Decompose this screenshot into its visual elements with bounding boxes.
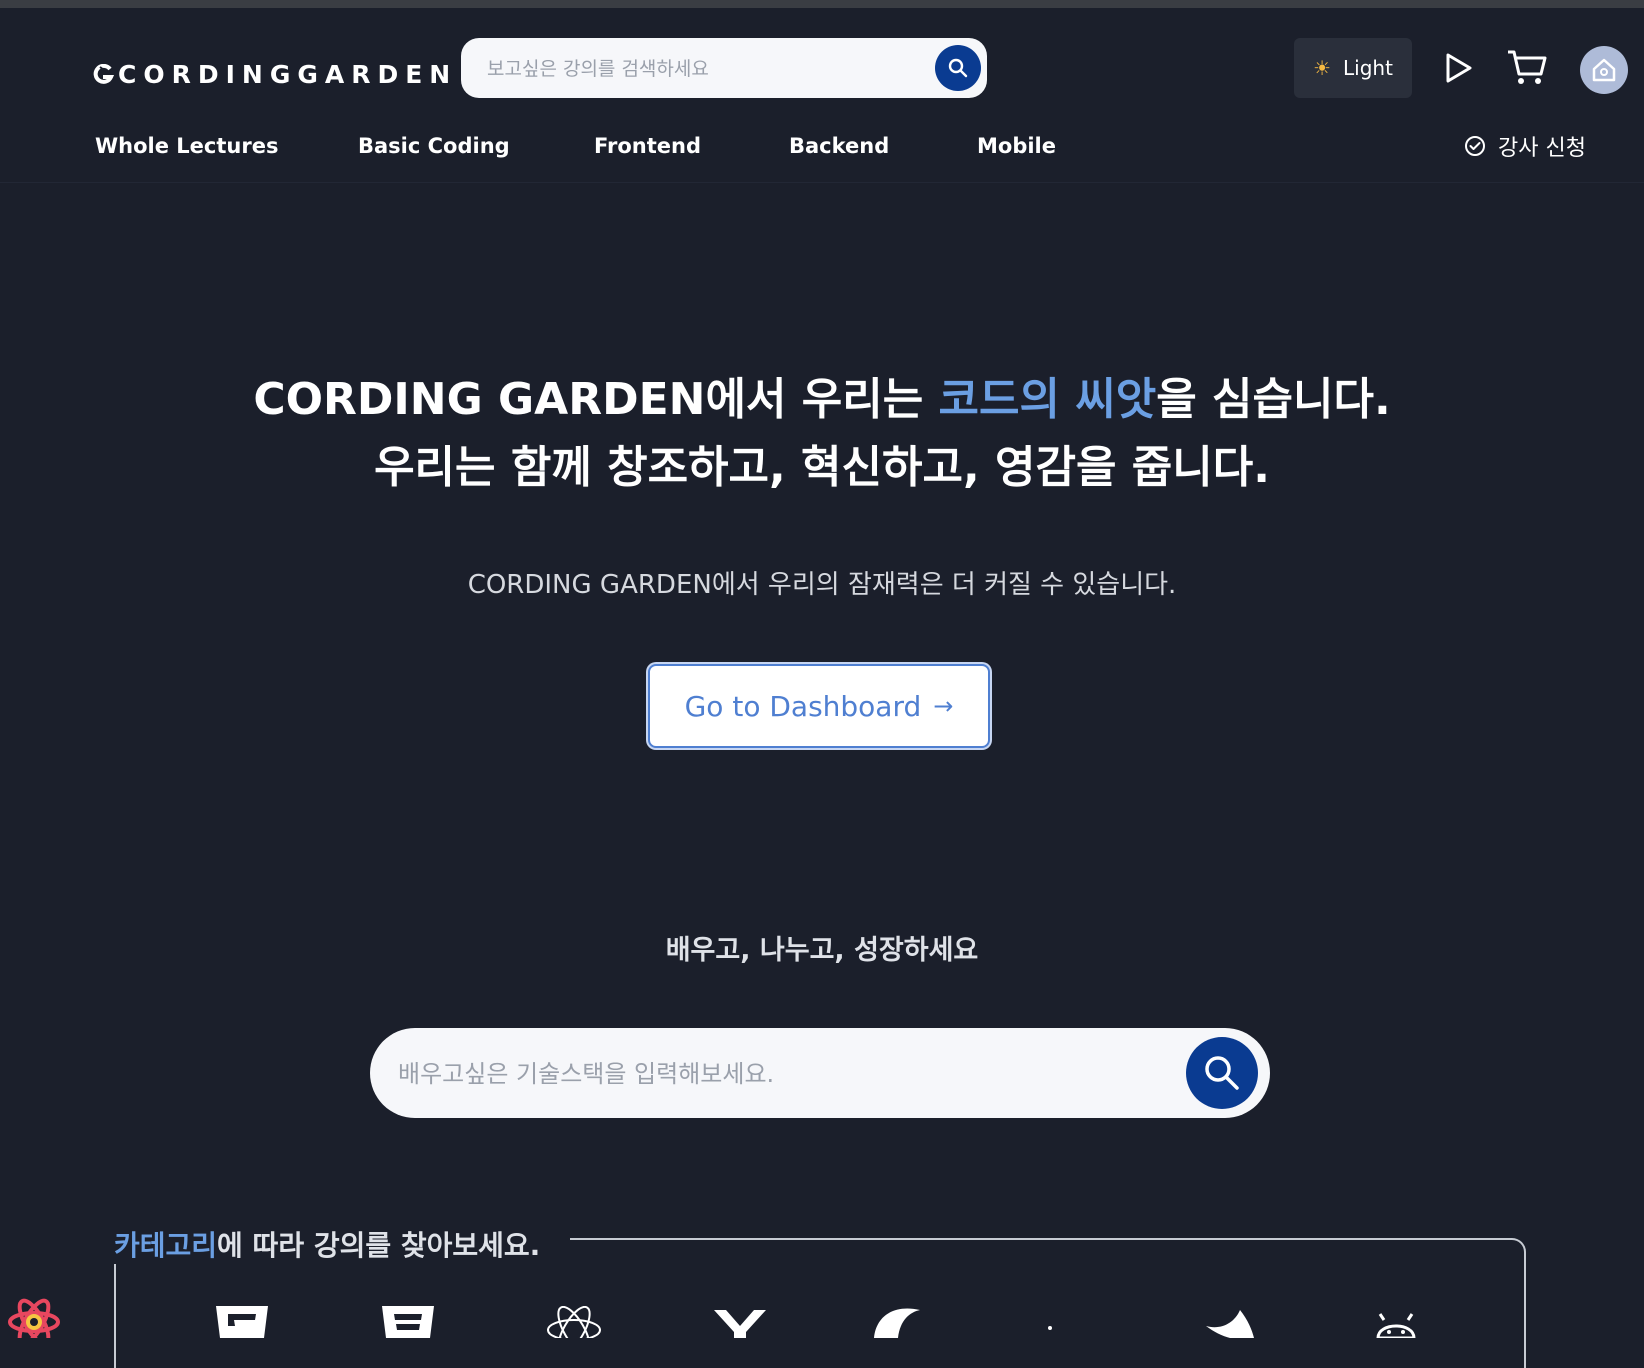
sun-icon: ☀ bbox=[1313, 56, 1331, 80]
hero-accent-text: 코드의 씨앗 bbox=[938, 374, 1157, 425]
play-icon[interactable] bbox=[1444, 52, 1474, 84]
go-to-dashboard-button[interactable]: Go to Dashboard → bbox=[648, 664, 990, 748]
nav-item-backend[interactable]: Backend bbox=[789, 126, 889, 166]
hero-line1-suffix: 을 심습니다. bbox=[1156, 374, 1391, 425]
search-icon bbox=[948, 58, 968, 78]
react-icon[interactable] bbox=[546, 1306, 602, 1338]
home-icon bbox=[1592, 58, 1616, 82]
html5-icon[interactable] bbox=[214, 1306, 270, 1338]
theme-toggle-label: Light bbox=[1343, 56, 1393, 80]
tech-search-input[interactable] bbox=[396, 1028, 1160, 1120]
logo-text: CORDINGGARDEN bbox=[118, 60, 458, 89]
cart-icon[interactable] bbox=[1506, 48, 1548, 86]
check-circle-icon bbox=[1465, 136, 1485, 156]
nextjs-icon[interactable] bbox=[712, 1306, 768, 1338]
hero-line2-text: 우리는 함께 창조하고, 혁신하고, 영감을 줍니다. bbox=[374, 442, 1270, 493]
category-heading: 카테고리에 따라 강의를 찾아보세요. bbox=[114, 1224, 571, 1264]
hero-subtitle: CORDING GARDEN에서 우리의 잠재력은 더 커질 수 있습니다. bbox=[467, 570, 1177, 600]
search-icon bbox=[1205, 1056, 1239, 1090]
learn-section-title: 배우고, 나누고, 성장하세요 bbox=[665, 935, 979, 966]
nav-item-whole-lectures[interactable]: Whole Lectures bbox=[95, 126, 278, 166]
header-search bbox=[461, 38, 987, 100]
main-nav: Whole Lectures Basic Coding Frontend Bac… bbox=[0, 126, 1644, 166]
react-devtools-icon[interactable] bbox=[4, 1294, 64, 1338]
dashboard-button-label: Go to Dashboard bbox=[684, 689, 922, 723]
category-heading-text: 에 따라 강의를 찾아보세요. bbox=[217, 1229, 541, 1262]
express-icon[interactable] bbox=[1040, 1306, 1060, 1338]
hero-line1-text: CORDING GARDEN에서 우리는 bbox=[253, 374, 939, 425]
hero-title: CORDING GARDEN에서 우리는 코드의 씨앗을 심습니다. 우리는 함… bbox=[0, 366, 1644, 502]
android-icon[interactable] bbox=[1372, 1306, 1420, 1338]
site-logo[interactable]: CORDINGGARDEN bbox=[92, 60, 457, 89]
nodejs-icon[interactable] bbox=[870, 1306, 930, 1338]
css3-icon[interactable] bbox=[380, 1306, 436, 1338]
logo-mark-icon bbox=[93, 63, 114, 84]
browser-top-edge bbox=[0, 0, 1644, 8]
instructor-apply-link[interactable]: 강사 신청 bbox=[1464, 126, 1586, 166]
tech-search-button[interactable] bbox=[1186, 1037, 1258, 1109]
theme-toggle-button[interactable]: ☀ Light bbox=[1294, 38, 1412, 98]
header-search-input[interactable] bbox=[485, 38, 909, 100]
tech-search bbox=[370, 1028, 1270, 1120]
header-search-button[interactable] bbox=[935, 45, 981, 91]
nav-item-frontend[interactable]: Frontend bbox=[594, 126, 701, 166]
category-heading-accent: 카테고리 bbox=[114, 1229, 218, 1262]
swift-icon[interactable] bbox=[1200, 1306, 1260, 1338]
instructor-apply-label: 강사 신청 bbox=[1498, 136, 1586, 161]
arrow-right-icon: → bbox=[933, 692, 954, 720]
nav-item-basic-coding[interactable]: Basic Coding bbox=[358, 126, 510, 166]
site-header: CORDINGGARDEN ☀ Light Whole Lectures Bas… bbox=[0, 8, 1644, 183]
nav-item-mobile[interactable]: Mobile bbox=[977, 126, 1056, 166]
avatar[interactable] bbox=[1580, 46, 1628, 94]
